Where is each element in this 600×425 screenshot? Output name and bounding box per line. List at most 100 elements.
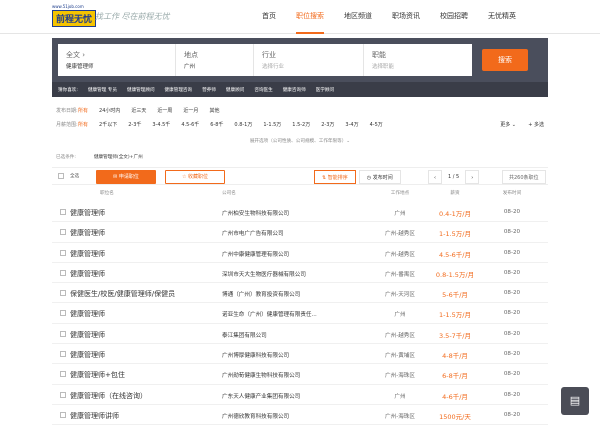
salary-option[interactable]: 3-4万 — [345, 118, 358, 132]
table-row: 健康管理师 泰江集团有限公司 广州-越秀区 3.5-7千/月 08-20 — [52, 324, 548, 345]
hot-item[interactable]: 健康顾问 — [226, 87, 244, 93]
date-option[interactable]: 近一月 — [183, 104, 198, 118]
date-option[interactable]: 所有 — [78, 104, 88, 118]
next-page-button[interactable]: › — [465, 170, 480, 184]
job-title[interactable]: 健康管理师讲师 — [70, 411, 119, 421]
job-title[interactable]: 健康管理师 — [70, 309, 105, 319]
salary-option[interactable]: 4-5万 — [370, 118, 383, 132]
hot-item[interactable]: 咨询医生 — [254, 87, 272, 93]
nav-campus[interactable]: 校园招聘 — [440, 0, 468, 34]
main-nav: 首页 职位搜索 地区频道 职场资讯 校园招聘 无忧精英 — [262, 0, 536, 34]
job-location: 广州-海珠区 — [385, 373, 415, 380]
row-checkbox[interactable] — [60, 411, 66, 418]
job-date: 08-20 — [503, 229, 521, 236]
job-title[interactable]: 健康管理师+包住 — [70, 370, 125, 380]
date-option[interactable]: 24小时内 — [99, 104, 120, 118]
sort-options: ⇅ 智能排序 ◷ 发布时间 — [314, 170, 404, 184]
search-button[interactable]: 搜索 — [482, 49, 528, 71]
job-salary: 1500元/天 — [439, 412, 471, 421]
job-title[interactable]: 健康管理师 — [70, 249, 105, 259]
job-title[interactable]: 健康管理师 — [70, 330, 105, 340]
chat-icon[interactable]: ▤ — [561, 387, 589, 415]
prev-page-button[interactable]: ‹ — [428, 170, 442, 184]
job-date: 08-20 — [503, 310, 521, 317]
row-checkbox[interactable] — [60, 391, 66, 398]
fulltext-field[interactable]: 全文 › 健康管理师 — [58, 44, 176, 76]
salary-option[interactable]: 0.8-1万 — [234, 118, 252, 132]
date-option[interactable]: 其他 — [209, 104, 219, 118]
job-title[interactable]: 健康管理师（在线咨询） — [70, 391, 147, 401]
job-title[interactable]: 健康管理师 — [70, 228, 105, 238]
logo[interactable]: www.51job.com 前程无忧 — [52, 4, 97, 27]
job-title[interactable]: 健康管理师 — [70, 208, 105, 218]
nav-home[interactable]: 首页 — [262, 0, 276, 34]
job-location: 广州 — [394, 393, 406, 400]
job-salary: 3.5-7千/月 — [438, 331, 471, 340]
hot-item[interactable]: 健康管理咨询 — [165, 87, 193, 93]
nav-job-search[interactable]: 职位搜索 — [296, 0, 324, 34]
company-name[interactable]: 广州市电广广告有限公司 — [222, 229, 284, 237]
position-label: 职能 — [372, 51, 386, 59]
select-all-label: 全选 — [70, 174, 80, 179]
nav-elite[interactable]: 无忧精英 — [488, 0, 516, 34]
multi-select-button[interactable]: + 多选 — [528, 118, 544, 132]
company-name[interactable]: 泰江集团有限公司 — [222, 331, 267, 339]
apply-button[interactable]: ✉ 申请职位 — [96, 170, 156, 184]
salary-option[interactable]: 1.5-2万 — [292, 118, 310, 132]
salary-option[interactable]: 2-3万 — [321, 118, 334, 132]
company-name[interactable]: 深圳市天大生物医疗器械有限公司 — [222, 270, 306, 278]
row-checkbox[interactable] — [60, 351, 66, 358]
row-checkbox[interactable] — [60, 330, 66, 337]
more-button[interactable]: 更多 ⌄ — [500, 118, 516, 132]
company-name[interactable]: 广州中康健康管理有限公司 — [222, 250, 289, 258]
select-all[interactable]: 全选 — [58, 173, 79, 179]
nav-career-news[interactable]: 职场资讯 — [392, 0, 420, 34]
sort-smart[interactable]: ⇅ 智能排序 — [314, 170, 356, 184]
row-checkbox[interactable] — [60, 229, 66, 236]
industry-field[interactable]: 行业 选择行业 — [254, 44, 364, 76]
date-option[interactable]: 近一周 — [157, 104, 172, 118]
salary-option[interactable]: 2千以下 — [99, 118, 117, 132]
company-name[interactable]: 广州博厚健康科技有限公司 — [222, 351, 289, 359]
date-option[interactable]: 近三天 — [131, 104, 146, 118]
row-checkbox[interactable] — [60, 269, 66, 276]
salary-option[interactable]: 6-8千 — [210, 118, 223, 132]
company-name[interactable]: 广州德欣教育科技有限公司 — [222, 412, 289, 420]
company-name[interactable]: 广州勋荀健康生物科技有限公司 — [222, 371, 300, 379]
table-row: 健康管理师 广州市电广广告有限公司 广州-越秀区 1-1.5万/月 08-20 — [52, 222, 548, 243]
salary-filter: 月薪范围: 所有 2千以下 2-3千 3-4.5千 4.5-6千 6-8千 0.… — [52, 118, 548, 132]
salary-option[interactable]: 1-1.5万 — [263, 118, 281, 132]
hot-item[interactable]: 健康咨询师 — [283, 87, 306, 93]
job-title[interactable]: 保健医生/校医/健康管理师/保健员 — [70, 289, 175, 299]
select-all-checkbox[interactable] — [58, 173, 64, 179]
row-checkbox[interactable] — [60, 249, 66, 256]
company-name[interactable]: 诺亚生命（广州）健康管理有限责任... — [222, 310, 317, 318]
salary-option[interactable]: 2-3千 — [128, 118, 141, 132]
favorite-button[interactable]: ☆ 收藏职位 — [165, 170, 225, 184]
expand-options[interactable]: 展开选项（公司性质、公司规模、工作年限等）⌄ — [52, 138, 548, 144]
nav-region[interactable]: 地区频道 — [344, 0, 372, 34]
job-title[interactable]: 健康管理师 — [70, 269, 105, 279]
job-salary: 0.8-1.5万/月 — [435, 270, 475, 279]
hot-item[interactable]: 营养师 — [202, 87, 216, 93]
position-field[interactable]: 职能 选择职能 — [364, 44, 472, 76]
job-salary: 4-6千/月 — [442, 392, 468, 401]
location-field[interactable]: 地点 广州 — [176, 44, 254, 76]
job-title[interactable]: 健康管理师 — [70, 350, 105, 360]
salary-option[interactable]: 3-4.5千 — [152, 118, 170, 132]
salary-option[interactable]: 所有 — [78, 118, 88, 132]
row-checkbox[interactable] — [60, 290, 66, 297]
hot-item[interactable]: 健康管理 专员 — [88, 87, 117, 93]
row-checkbox[interactable] — [60, 209, 66, 215]
hot-item[interactable]: 健康管理顾问 — [127, 87, 155, 93]
hot-item[interactable]: 医学顾问 — [316, 87, 334, 93]
industry-placeholder: 选择行业 — [262, 64, 285, 70]
company-name[interactable]: 广州柏安生物科技有限公司 — [222, 209, 289, 217]
company-name[interactable]: 博通（广州）教育投资有限公司 — [222, 290, 300, 298]
salary-option[interactable]: 4.5-6千 — [181, 118, 199, 132]
job-salary: 1-1.5万/月 — [438, 230, 471, 239]
company-name[interactable]: 广东天人健康产业集团有限公司 — [222, 392, 300, 400]
row-checkbox[interactable] — [60, 371, 66, 378]
sort-date[interactable]: ◷ 发布时间 — [358, 170, 401, 184]
row-checkbox[interactable] — [60, 310, 66, 317]
